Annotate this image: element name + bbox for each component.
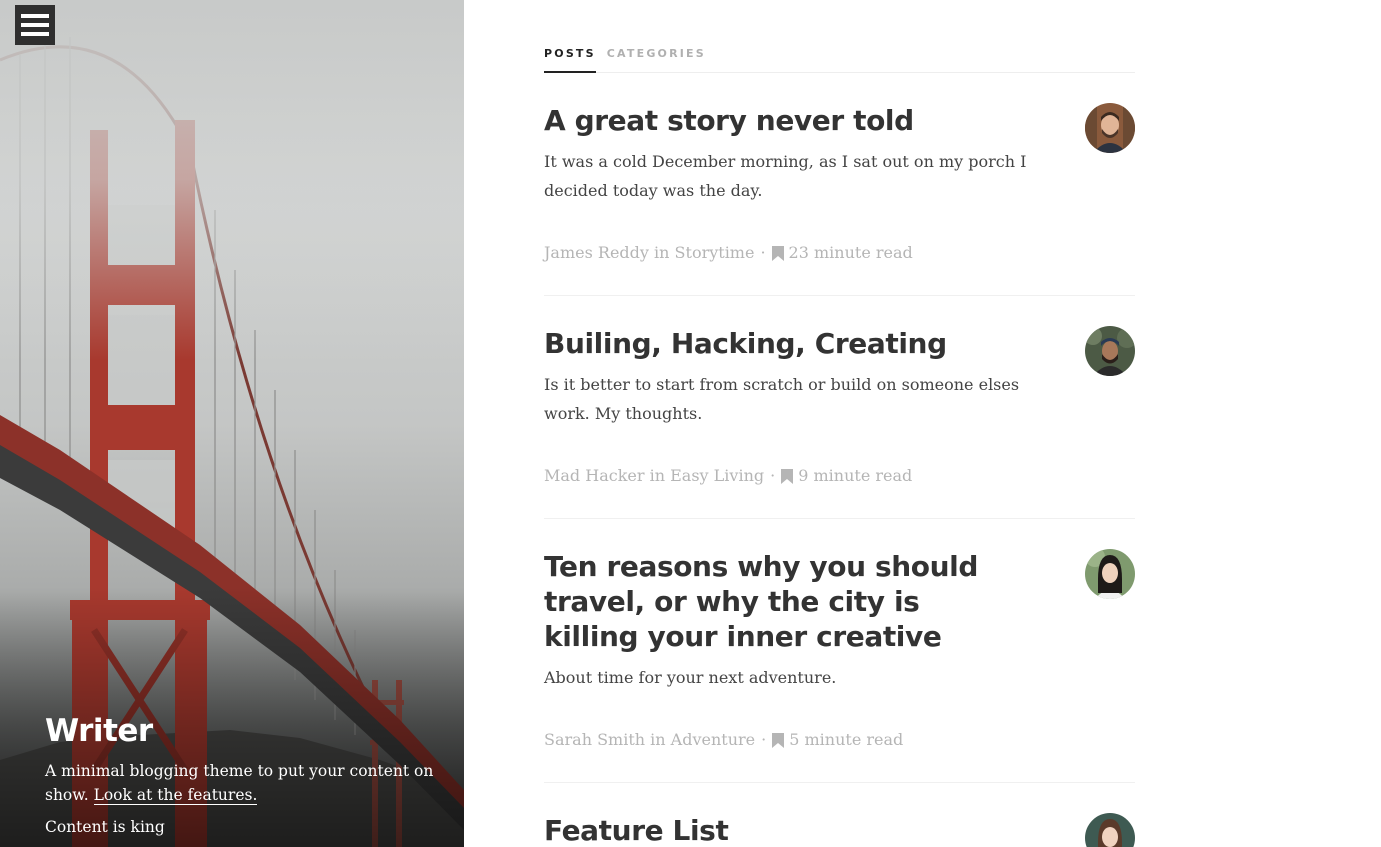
features-link[interactable]: Look at the features. <box>93 786 258 805</box>
post-in-word: in <box>654 243 670 262</box>
post-read-time: 23 minute read <box>788 243 913 262</box>
post-excerpt: It was a cold December morning, as I sat… <box>544 152 1027 200</box>
post-author[interactable]: James Reddy <box>544 242 649 264</box>
post-item: Builing, Hacking, Creating Is it better … <box>544 326 1135 519</box>
author-avatar[interactable] <box>1085 326 1135 376</box>
bookmark-icon <box>781 468 794 484</box>
post-author[interactable]: Sarah Smith <box>544 729 645 751</box>
hero-panel: Writer A minimal blogging theme to put y… <box>0 0 464 847</box>
post-in-word: in <box>650 730 666 749</box>
post-category[interactable]: Adventure <box>671 729 755 751</box>
post-in-word: in <box>649 466 666 485</box>
post-meta: Sarah Smith in Adventure · 5 minute read <box>544 729 1135 751</box>
site-tagline: Content is king <box>45 818 165 836</box>
site-title[interactable]: Writer <box>45 714 435 748</box>
post-item: A great story never told It was a cold D… <box>544 103 1135 296</box>
tab-bar: POSTS CATEGORIES <box>544 47 1135 73</box>
tab-categories[interactable]: CATEGORIES <box>607 47 706 73</box>
meta-separator: · <box>761 730 767 749</box>
bookmark-icon <box>771 245 784 261</box>
post-read-time: 5 minute read <box>789 730 904 749</box>
post-meta: James Reddy in Storytime · 23 minute rea… <box>544 242 1135 264</box>
post-title[interactable]: Builing, Hacking, Creating <box>544 326 1004 361</box>
post-author[interactable]: Mad Hacker <box>544 465 645 487</box>
post-excerpt: Is it better to start from scratch or bu… <box>544 375 1020 423</box>
post-meta: Mad Hacker in Easy Living · 9 minute rea… <box>544 465 1135 487</box>
post-category[interactable]: Storytime <box>675 242 755 264</box>
post-read-time: 9 minute read <box>798 466 913 485</box>
bookmark-icon <box>772 732 785 748</box>
meta-separator: · <box>760 243 766 262</box>
hamburger-menu-icon[interactable] <box>15 5 55 45</box>
tab-posts[interactable]: POSTS <box>544 47 596 73</box>
author-avatar[interactable] <box>1085 103 1135 153</box>
post-title[interactable]: Ten reasons why you should travel, or wh… <box>544 549 1004 654</box>
post-item: Feature List <box>544 813 1135 847</box>
site-description: A minimal blogging theme to put your con… <box>45 759 435 807</box>
post-title[interactable]: Feature List <box>544 813 1004 847</box>
site-info: Writer A minimal blogging theme to put y… <box>45 714 435 839</box>
post-category[interactable]: Easy Living <box>670 465 764 487</box>
post-item: Ten reasons why you should travel, or wh… <box>544 549 1135 783</box>
post-excerpt: About time for your next adventure. <box>544 668 837 687</box>
author-avatar[interactable] <box>1085 813 1135 847</box>
meta-separator: · <box>770 466 776 485</box>
post-title[interactable]: A great story never told <box>544 103 1004 138</box>
author-avatar[interactable] <box>1085 549 1135 599</box>
